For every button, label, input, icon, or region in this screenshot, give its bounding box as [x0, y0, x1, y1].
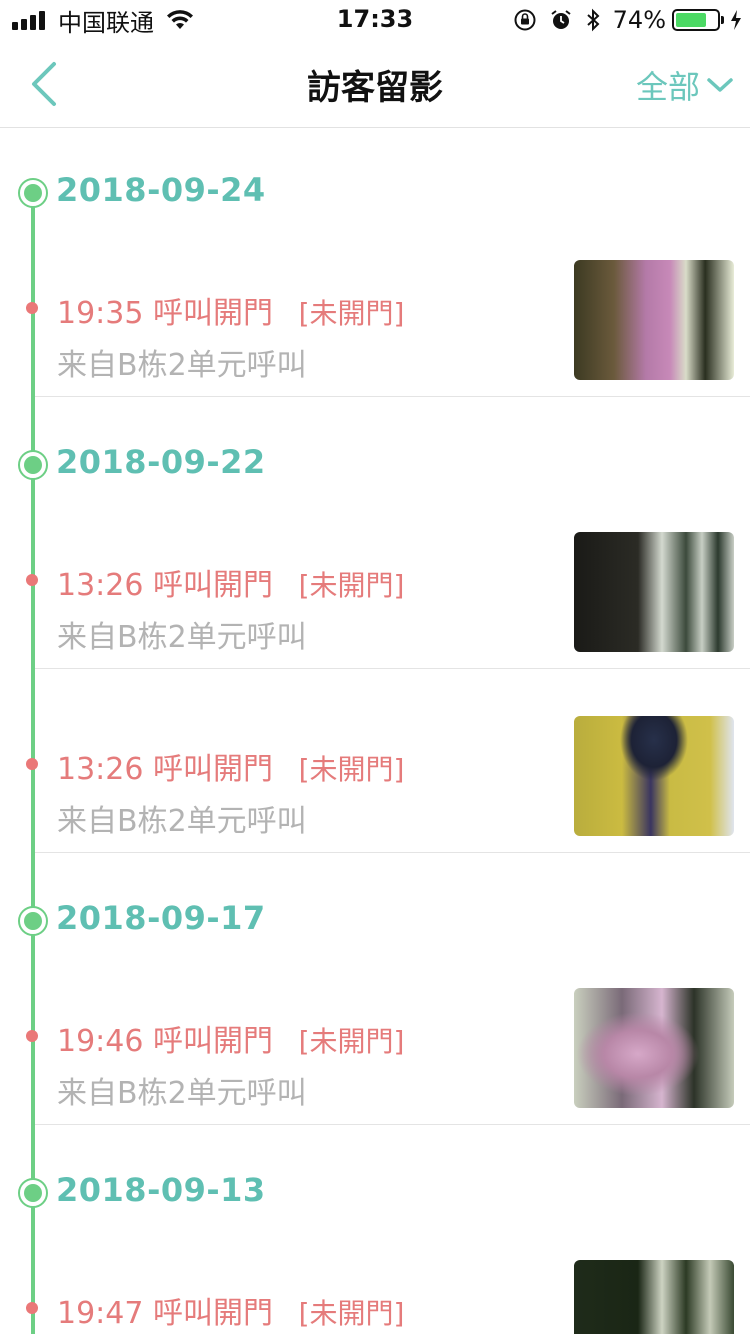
timeline-date-dot: [18, 906, 48, 936]
date-header: 2018-09-13: [0, 1161, 750, 1221]
record-title: 19:46 呼叫開門 [未開門]: [57, 1016, 404, 1060]
timeline-item-dot: [26, 1030, 38, 1042]
battery-fill: [676, 13, 706, 27]
timeline-date-dot: [18, 450, 48, 480]
timeline-date-dot: [18, 178, 48, 208]
record-title: 13:26 呼叫開門 [未開門]: [57, 560, 404, 604]
record-time: 19:35: [57, 296, 144, 331]
status-bar-right: 74%: [501, 6, 742, 34]
divider: [35, 1124, 750, 1125]
timeline-item-dot: [26, 758, 38, 770]
record-time: 13:26: [57, 752, 144, 787]
visitor-photo-thumbnail[interactable]: [574, 532, 734, 652]
record-time: 19:46: [57, 1024, 144, 1059]
status-bar: 中国联通 17:33 74%: [0, 0, 750, 40]
chevron-down-icon: [707, 78, 733, 92]
record-time: 19:47: [57, 1296, 144, 1331]
record-title: 19:35 呼叫開門 [未開門]: [57, 288, 404, 332]
date-label: 2018-09-24: [56, 171, 266, 209]
record-action: 呼叫開門: [153, 296, 274, 331]
charging-icon: [730, 9, 742, 31]
record-source: 来自B栋2单元呼叫: [57, 804, 307, 839]
record-source: 来自B栋2单元呼叫: [57, 620, 307, 655]
date-header: 2018-09-22: [0, 433, 750, 493]
orientation-lock-icon: [513, 8, 537, 32]
timeline-item-dot: [26, 1302, 38, 1314]
divider: [35, 396, 750, 397]
timeline-item-dot: [26, 302, 38, 314]
visitor-photo-thumbnail[interactable]: [574, 1260, 734, 1334]
record-source: 来自B栋2单元呼叫: [57, 348, 307, 383]
record-title: 19:47 呼叫開門 [未開門]: [57, 1288, 404, 1332]
bluetooth-icon: [585, 8, 601, 32]
record-action: 呼叫開門: [153, 1024, 274, 1059]
timeline-date-dot: [18, 1178, 48, 1208]
visitor-record[interactable]: 19:47 呼叫開門 [未開門]: [0, 1260, 750, 1334]
record-status: [未開門]: [298, 297, 405, 330]
divider: [35, 852, 750, 853]
battery-percent: 74%: [612, 6, 666, 34]
divider: [35, 668, 750, 669]
visitor-photo-thumbnail[interactable]: [574, 988, 734, 1108]
record-action: 呼叫開門: [153, 568, 274, 603]
filter-label: 全部: [635, 68, 700, 106]
filter-dropdown[interactable]: 全部: [636, 62, 734, 108]
record-status: [未開門]: [298, 753, 405, 786]
record-status: [未開門]: [298, 569, 405, 602]
visitor-timeline: 2018-09-24 19:35 呼叫開門 [未開門] 来自B栋2单元呼叫 20…: [0, 129, 750, 1334]
visitor-record[interactable]: 13:26 呼叫開門 [未開門] 来自B栋2单元呼叫: [0, 532, 750, 669]
visitor-photo-thumbnail[interactable]: [574, 716, 734, 836]
record-status: [未開門]: [298, 1025, 405, 1058]
nav-bar: 訪客留影 全部: [0, 40, 750, 128]
date-label: 2018-09-22: [56, 443, 266, 481]
date-label: 2018-09-13: [56, 1171, 266, 1209]
record-status: [未開門]: [298, 1297, 405, 1330]
alarm-icon: [549, 8, 573, 32]
visitor-record[interactable]: 13:26 呼叫開門 [未開門] 来自B栋2单元呼叫: [0, 716, 750, 853]
record-action: 呼叫開門: [153, 1296, 274, 1331]
date-label: 2018-09-17: [56, 899, 266, 937]
date-header: 2018-09-17: [0, 889, 750, 949]
visitor-photo-thumbnail[interactable]: [574, 260, 734, 380]
timeline-item-dot: [26, 574, 38, 586]
date-header: 2018-09-24: [0, 161, 750, 221]
visitor-record[interactable]: 19:46 呼叫開門 [未開門] 来自B栋2单元呼叫: [0, 988, 750, 1125]
record-action: 呼叫開門: [153, 752, 274, 787]
record-source: 来自B栋2单元呼叫: [57, 1076, 307, 1111]
battery-icon: [672, 9, 724, 31]
record-time: 13:26: [57, 568, 144, 603]
record-title: 13:26 呼叫開門 [未開門]: [57, 744, 404, 788]
visitor-record[interactable]: 19:35 呼叫開門 [未開門] 来自B栋2单元呼叫: [0, 260, 750, 397]
